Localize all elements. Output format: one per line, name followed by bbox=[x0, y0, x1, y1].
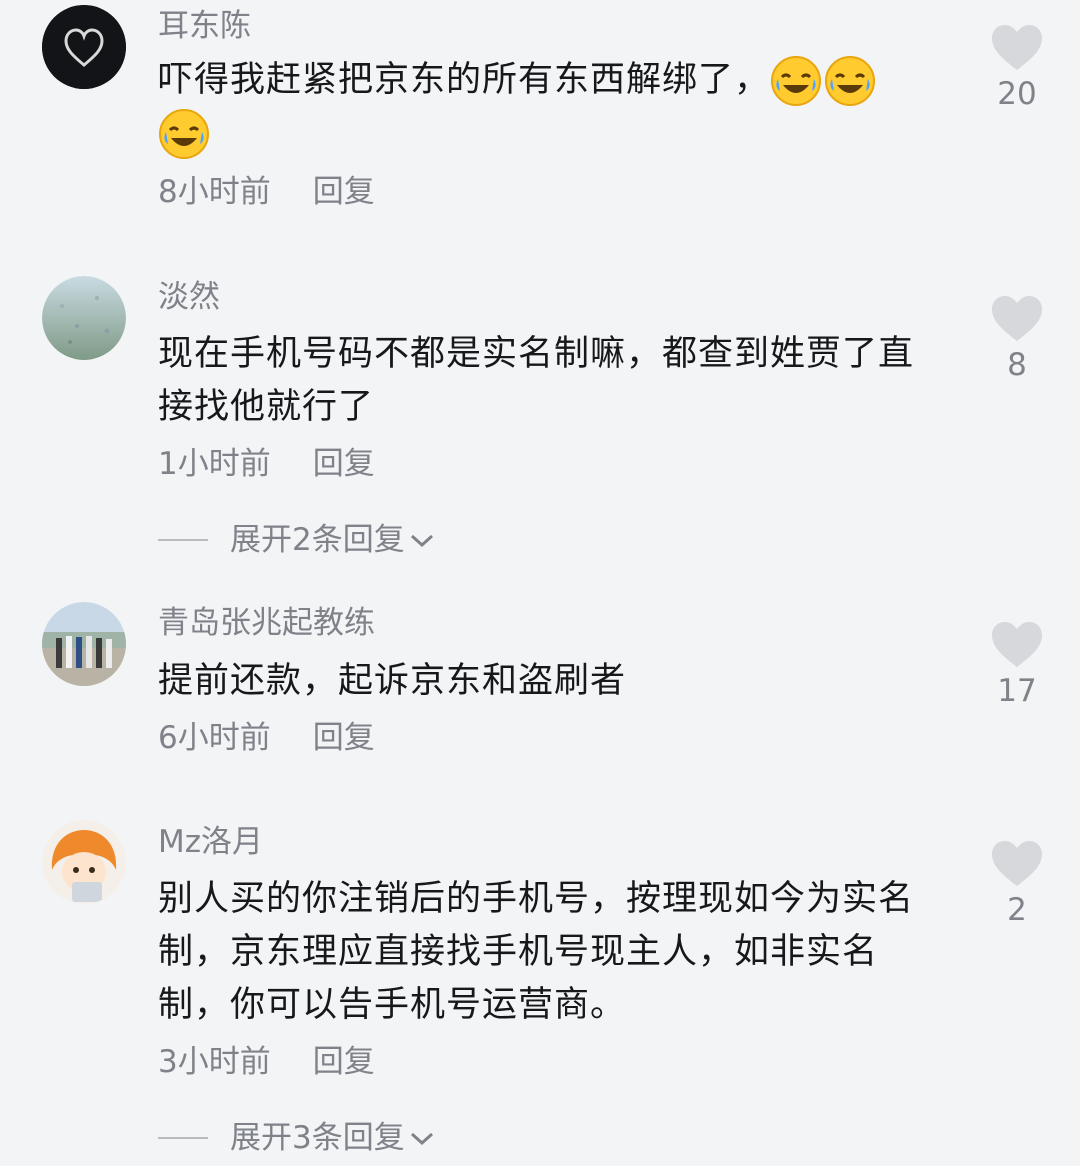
chevron-down-icon bbox=[410, 534, 433, 548]
reply-button[interactable]: 回复 bbox=[313, 446, 375, 482]
like-button[interactable]: 17 bbox=[990, 621, 1044, 709]
divider bbox=[158, 539, 208, 541]
like-count: 8 bbox=[1007, 347, 1027, 383]
comment-username[interactable]: 耳东陈 bbox=[158, 6, 251, 46]
comment-time: 1小时前 bbox=[158, 446, 271, 482]
like-count: 17 bbox=[997, 673, 1037, 709]
like-button[interactable]: 20 bbox=[990, 24, 1044, 112]
laugh-cry-emoji bbox=[158, 108, 210, 160]
heart-icon bbox=[992, 841, 1042, 886]
comment-meta: 6小时前 回复 bbox=[158, 718, 375, 758]
expand-replies-label: 展开2条回复 bbox=[230, 522, 405, 558]
comment-text: 现在手机号码不都是实名制嘛，都查到姓贾了直接找他就行了 bbox=[158, 334, 915, 427]
comment-username[interactable]: 青岛张兆起教练 bbox=[158, 603, 375, 643]
comment-body: 吓得我赶紧把京东的所有东西解绑了， bbox=[158, 60, 771, 100]
expand-replies-button[interactable]: 展开3条回复 bbox=[158, 1118, 435, 1158]
like-button[interactable]: 8 bbox=[990, 295, 1044, 383]
heart-icon bbox=[992, 25, 1042, 70]
comment-text: 别人买的你注销后的手机号，按理现如今为实名制，京东理应直接找手机号现主人，如非实… bbox=[158, 879, 915, 1025]
like-button[interactable]: 2 bbox=[990, 840, 1044, 928]
expand-replies-button[interactable]: 展开2条回复 bbox=[158, 520, 435, 560]
avatar[interactable] bbox=[42, 276, 126, 360]
reply-button[interactable]: 回复 bbox=[313, 1044, 375, 1080]
heart-icon bbox=[992, 622, 1042, 667]
heart-icon bbox=[992, 296, 1042, 341]
comment-username[interactable]: Mz洛月 bbox=[158, 822, 263, 862]
expand-replies-label: 展开3条回复 bbox=[230, 1120, 405, 1156]
divider bbox=[158, 1137, 208, 1139]
comment-text: 提前还款，起诉京东和盗刷者 bbox=[158, 661, 627, 701]
avatar[interactable] bbox=[42, 602, 126, 686]
comment-username[interactable]: 淡然 bbox=[158, 277, 220, 317]
chevron-down-icon bbox=[410, 1132, 433, 1146]
avatar[interactable] bbox=[42, 5, 126, 89]
comment-meta: 1小时前 回复 bbox=[158, 444, 375, 484]
comment-time: 6小时前 bbox=[158, 720, 271, 756]
laugh-cry-emoji bbox=[824, 55, 876, 107]
comment-time: 3小时前 bbox=[158, 1044, 271, 1080]
comment-time: 8小时前 bbox=[158, 174, 271, 210]
like-count: 20 bbox=[997, 76, 1037, 112]
avatar[interactable] bbox=[42, 820, 126, 904]
reply-button[interactable]: 回复 bbox=[313, 720, 375, 756]
comment-meta: 3小时前 回复 bbox=[158, 1042, 375, 1082]
reply-button[interactable]: 回复 bbox=[313, 174, 375, 210]
comment-text: 吓得我赶紧把京东的所有东西解绑了， bbox=[158, 54, 958, 160]
laugh-cry-emoji bbox=[770, 55, 822, 107]
like-count: 2 bbox=[1007, 892, 1027, 928]
comment-meta: 8小时前 回复 bbox=[158, 172, 375, 212]
